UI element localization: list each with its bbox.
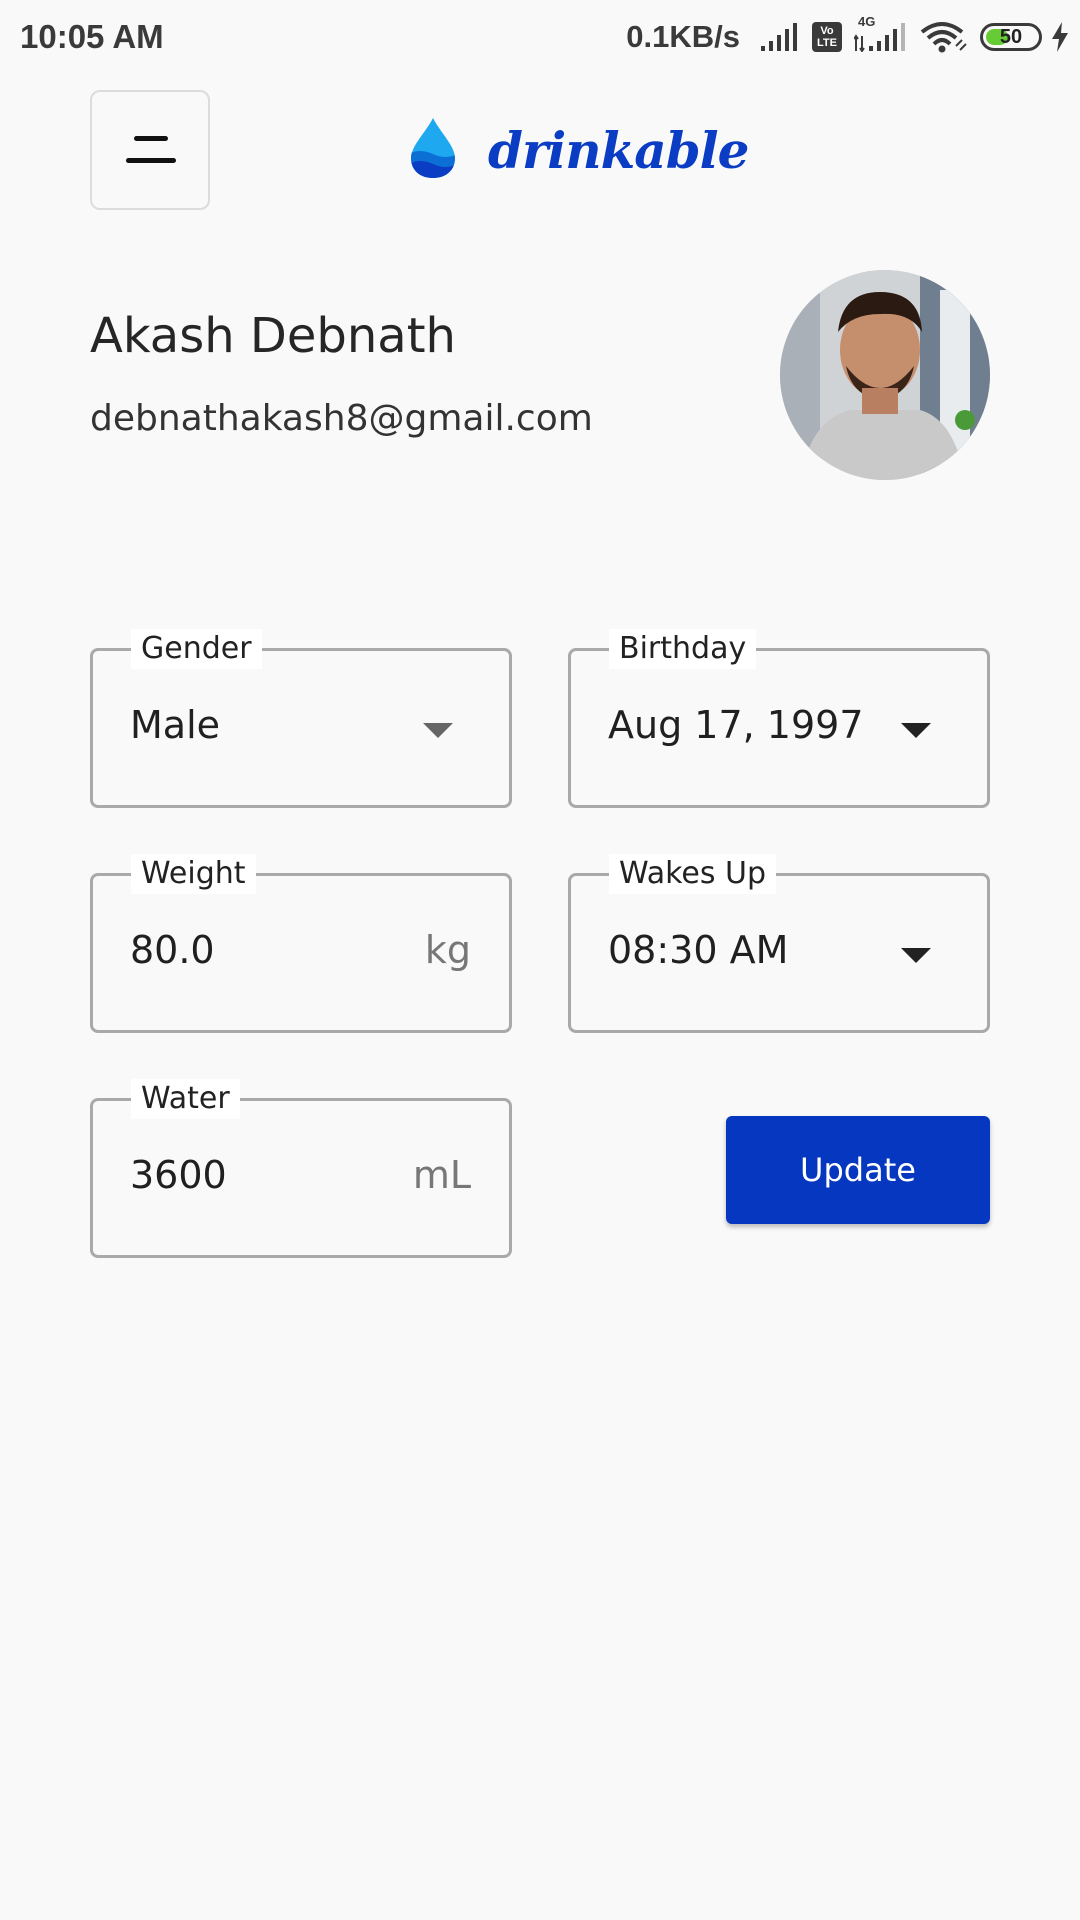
water-unit: mL bbox=[412, 1153, 471, 1197]
chevron-down-icon bbox=[901, 723, 931, 738]
wakes-up-value: 08:30 AM bbox=[608, 928, 789, 972]
charging-icon bbox=[1050, 21, 1070, 53]
birthday-label: Birthday bbox=[609, 629, 757, 669]
app-name: drinkable bbox=[488, 120, 749, 180]
weight-field[interactable]: Weight 80.0 kg bbox=[90, 854, 512, 1033]
water-value: 3600 bbox=[130, 1153, 227, 1197]
water-field[interactable]: Water 3600 mL bbox=[90, 1079, 512, 1258]
volte-icon: Vo LTE bbox=[812, 22, 842, 52]
network-type-label: 4G bbox=[858, 14, 876, 29]
status-icons: 0.1KB/s Vo LTE 4G 50 bbox=[626, 14, 1070, 60]
status-bar: 10:05 AM 0.1KB/s Vo LTE 4G 50 bbox=[0, 0, 1080, 74]
menu-button[interactable] bbox=[90, 90, 210, 210]
battery-icon: 50 bbox=[980, 23, 1042, 51]
weight-label: Weight bbox=[131, 854, 256, 894]
wakes-up-label: Wakes Up bbox=[609, 854, 777, 894]
weight-unit: kg bbox=[424, 928, 471, 972]
water-drop-icon bbox=[408, 116, 458, 184]
water-label: Water bbox=[131, 1079, 240, 1119]
birthday-value: Aug 17, 1997 bbox=[608, 703, 864, 747]
status-time: 10:05 AM bbox=[20, 18, 164, 55]
chevron-down-icon bbox=[423, 723, 453, 738]
weight-value: 80.0 bbox=[130, 928, 215, 972]
profile-name: Akash Debnath bbox=[90, 308, 456, 364]
volte-bottom-text: LTE bbox=[817, 37, 837, 49]
profile-screen: 10:05 AM 0.1KB/s Vo LTE 4G 50 drinkable … bbox=[0, 0, 1080, 1920]
signal-4g-icon: 4G bbox=[854, 14, 908, 52]
avatar[interactable] bbox=[780, 270, 990, 480]
menu-icon bbox=[126, 136, 176, 166]
signal-icon bbox=[760, 22, 800, 52]
update-button[interactable]: Update bbox=[726, 1116, 990, 1224]
gender-label: Gender bbox=[131, 629, 262, 669]
network-speed: 0.1KB/s bbox=[626, 19, 740, 54]
battery-level: 50 bbox=[999, 25, 1023, 48]
app-logo: drinkable bbox=[408, 115, 749, 185]
gender-value: Male bbox=[130, 703, 221, 747]
volte-top-text: Vo bbox=[820, 25, 834, 37]
gender-dropdown[interactable]: Gender Male bbox=[90, 629, 512, 808]
birthday-picker[interactable]: Birthday Aug 17, 1997 bbox=[568, 629, 990, 808]
wifi-icon bbox=[920, 20, 968, 54]
chevron-down-icon bbox=[901, 948, 931, 963]
wakes-up-picker[interactable]: Wakes Up 08:30 AM bbox=[568, 854, 990, 1033]
profile-email: debnathakash8@gmail.com bbox=[90, 398, 593, 439]
